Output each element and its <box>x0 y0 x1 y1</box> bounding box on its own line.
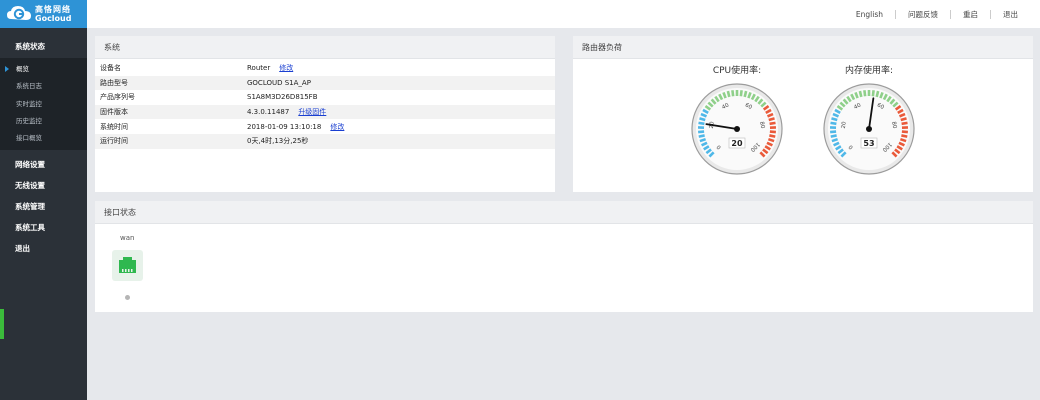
serial-number-label: 产品序列号 <box>100 93 135 102</box>
gauge-tick <box>875 90 880 98</box>
router-model-value: GOCLOUD S1A_AP <box>247 78 311 87</box>
table-row: 产品序列号 S1A8M3D26D815FB <box>95 90 555 105</box>
menu-item-overview[interactable]: 概览 <box>0 61 87 78</box>
device-name-value: Router <box>247 64 271 73</box>
menu-system-status[interactable]: 系统状态 <box>0 36 87 58</box>
menu-item-interface-overview[interactable]: 接口概览 <box>0 130 87 147</box>
feedback-link[interactable]: 问题反馈 <box>896 9 950 20</box>
top-bar: English 问题反馈 重启 退出 <box>87 0 1040 28</box>
menu-wireless-settings[interactable]: 无线设置 <box>0 175 87 196</box>
gauge-tick <box>901 134 908 138</box>
gauge-tick <box>699 117 706 122</box>
uptime-value: 0天,4时,13分,25秒 <box>247 137 309 146</box>
table-row: 系统时间 2018-01-09 13:10:18 修改 <box>95 119 555 134</box>
system-panel: 系统 设备名 Router 修改 路由型号 GOCLOUD S1A_AP 产品序列… <box>95 36 555 192</box>
menu-item-system-log[interactable]: 系统日志 <box>0 78 87 95</box>
firmware-version-value: 4.3.0.11487 <box>247 108 290 117</box>
serial-number-value: S1A8M3D26D815FB <box>247 93 318 102</box>
gauge-tick <box>698 134 705 138</box>
gauge-tick <box>863 90 867 97</box>
table-row: 固件版本 4.3.0.11487 升级固件 <box>95 104 555 120</box>
system-panel-title: 系统 <box>95 36 555 59</box>
cpu-gauge-title: CPU使用率: <box>712 66 762 76</box>
gauge-tick <box>871 90 875 97</box>
memory-gauge-title: 内存使用率: <box>844 66 894 76</box>
gauge-tick <box>768 117 775 122</box>
gauge-tick <box>899 137 907 143</box>
menu-system-management[interactable]: 系统管理 <box>0 196 87 217</box>
menu-logout[interactable]: 退出 <box>0 238 87 259</box>
gauge-tick <box>830 121 837 126</box>
menu-item-history-monitor[interactable]: 历史监控 <box>0 113 87 130</box>
system-time-label: 系统时间 <box>100 122 128 131</box>
firmware-version-label: 固件版本 <box>95 104 247 120</box>
brand-name-en: Gocloud <box>35 14 72 23</box>
system-time-value: 2018-01-09 13:10:18 <box>247 122 322 131</box>
memory-usage-gauge: 02040 6080100 53 <box>823 83 915 175</box>
cpu-usage-gauge: 020406080100 20 <box>691 83 783 175</box>
gauge-tick <box>767 137 775 143</box>
gocloud-logo-icon <box>6 3 32 25</box>
gauge-tick <box>901 121 908 126</box>
table-row: 运行时间 0天,4时,13分,25秒 <box>95 133 555 149</box>
gauge-tick <box>900 117 907 122</box>
memory-gauge-readout: 53 <box>863 139 874 148</box>
brand-name-cn: 高恪网络 <box>35 5 71 14</box>
router-model-label: 路由型号 <box>95 75 247 91</box>
gauge-tick <box>731 90 735 97</box>
status-indicator-bar <box>0 309 4 339</box>
edit-device-name-link[interactable]: 修改 <box>279 64 293 72</box>
cpu-gauge-readout: 20 <box>731 139 743 148</box>
gauge-tick <box>726 90 731 98</box>
device-name-label: 设备名 <box>100 64 121 73</box>
gauge-tick <box>831 137 839 143</box>
gauge-tick <box>739 90 743 97</box>
logout-link[interactable]: 退出 <box>991 9 1030 20</box>
sidebar: 高恪网络 Gocloud 系统状态 概览 系统日志 实时监控 历史监控 接口概览… <box>0 0 87 400</box>
gauge-tick <box>831 117 838 122</box>
gauge-tick <box>743 90 748 98</box>
menu-item-realtime-monitor[interactable]: 实时监控 <box>0 96 87 113</box>
menu-network-settings[interactable]: 网络设置 <box>0 154 87 175</box>
gauge-tick <box>830 134 837 138</box>
wan-port[interactable] <box>112 250 143 281</box>
router-load-panel-title: 路由器负荷 <box>573 36 1033 59</box>
ethernet-port-icon <box>119 257 136 273</box>
reboot-link[interactable]: 重启 <box>951 9 990 20</box>
interface-status-panel-title: 接口状态 <box>95 201 1033 224</box>
table-row: 路由型号 GOCLOUD S1A_AP <box>95 75 555 91</box>
language-link[interactable]: English <box>844 10 895 19</box>
wan-port-label: wan <box>120 234 135 242</box>
table-row: 设备名 Router 修改 <box>95 61 555 76</box>
interface-status-panel: 接口状态 wan <box>95 201 1033 312</box>
submenu-system-status: 概览 系统日志 实时监控 历史监控 接口概览 <box>0 58 87 151</box>
gauge-tick <box>769 121 776 126</box>
wan-link-status-dot <box>125 295 130 300</box>
gauge-tick <box>769 134 776 138</box>
system-info-table: 设备名 Router 修改 路由型号 GOCLOUD S1A_AP 产品序列号 S… <box>95 61 555 149</box>
menu-system-tools[interactable]: 系统工具 <box>0 217 87 238</box>
upgrade-firmware-link[interactable]: 升级固件 <box>298 108 326 116</box>
uptime-label: 运行时间 <box>95 133 247 149</box>
edit-system-time-link[interactable]: 修改 <box>330 123 344 131</box>
gauge-tick <box>858 90 863 98</box>
gauge-tick <box>698 121 705 126</box>
router-load-panel: 路由器负荷 CPU使用率: 020406080100 20 内存使用率: 020… <box>573 36 1033 192</box>
gauge-tick <box>699 137 707 143</box>
brand-logo[interactable]: 高恪网络 Gocloud <box>0 0 87 28</box>
